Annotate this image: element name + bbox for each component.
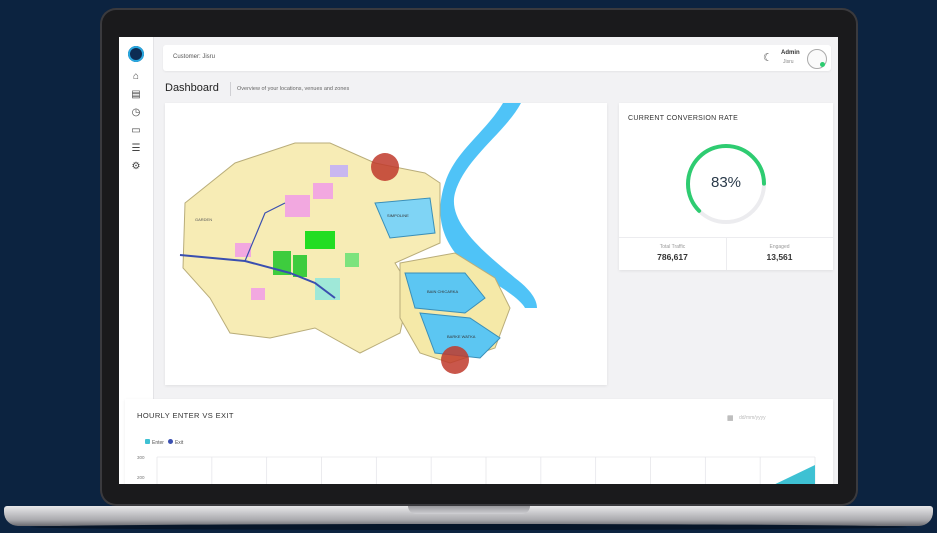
conversion-title: CURRENT CONVERSION RATE <box>628 115 739 122</box>
map-card: GARDEN SIMPOLINE BAIN CHICARKA BARKE WAT… <box>165 103 607 385</box>
hotspot-marker[interactable] <box>371 153 399 181</box>
hotspot-marker[interactable] <box>441 346 469 374</box>
server-icon[interactable]: ☰ <box>130 143 142 155</box>
theme-toggle-icon[interactable]: ☾ <box>763 51 773 64</box>
building-pink <box>313 183 333 199</box>
building-green <box>293 255 307 277</box>
gear-icon[interactable]: ⚙ <box>130 161 142 173</box>
map-label: BARKE WATKA <box>447 334 476 339</box>
map-label: BAIN CHICARKA <box>427 289 458 294</box>
building-green-main <box>305 231 335 249</box>
user-role: Jisru <box>783 59 794 65</box>
monitor-icon[interactable]: ▭ <box>130 125 142 137</box>
customer-label: Customer: Jisru <box>173 54 216 60</box>
app-screen: ⌂ ▤ ◷ ▭ ☰ ⚙ Customer: Jisru ☾ Admin Jisr… <box>119 37 838 484</box>
map-label: SIMPOLINE <box>387 213 409 218</box>
user-name: Admin <box>781 50 800 56</box>
y-tick-label: 300 <box>137 455 145 460</box>
building-pink <box>251 288 265 300</box>
map-label: GARDEN <box>195 217 212 222</box>
stat-value-engaged: 13,561 <box>766 252 793 262</box>
stat-label-engaged: Engaged <box>769 244 790 250</box>
conversion-value: 83% <box>710 174 742 191</box>
laptop-notch <box>408 506 530 514</box>
building-pink <box>235 243 251 257</box>
stat-value-total-traffic: 786,617 <box>657 252 688 262</box>
top-bar: Customer: Jisru ☾ Admin Jisru <box>163 45 831 71</box>
laptop-shadow <box>30 524 907 530</box>
stat-label-total-traffic: Total Traffic <box>659 244 686 250</box>
building-green <box>345 253 359 267</box>
online-status-dot <box>820 62 825 67</box>
enter-area <box>775 465 815 484</box>
conversion-card: CURRENT CONVERSION RATE 83% Total Traffi… <box>619 103 833 270</box>
building-pink <box>285 195 310 217</box>
venue-map[interactable]: GARDEN SIMPOLINE BAIN CHICARKA BARKE WAT… <box>165 103 607 385</box>
hourly-chart: 300 200 <box>137 455 816 484</box>
title-divider <box>230 82 231 96</box>
hourly-chart-card: HOURLY ENTER VS EXIT ▦ dd/mm/yyyy Enter … <box>125 399 833 484</box>
home-icon[interactable]: ⌂ <box>130 71 142 83</box>
clock-icon[interactable]: ◷ <box>130 107 142 119</box>
page-title: Dashboard <box>165 82 219 94</box>
building-teal <box>315 278 340 300</box>
layout-icon[interactable]: ▤ <box>130 89 142 101</box>
y-tick-label: 200 <box>137 475 145 480</box>
building-lavender <box>330 165 348 177</box>
logo-icon <box>128 46 144 62</box>
page-subtitle: Overview of your locations, venues and z… <box>237 86 350 92</box>
